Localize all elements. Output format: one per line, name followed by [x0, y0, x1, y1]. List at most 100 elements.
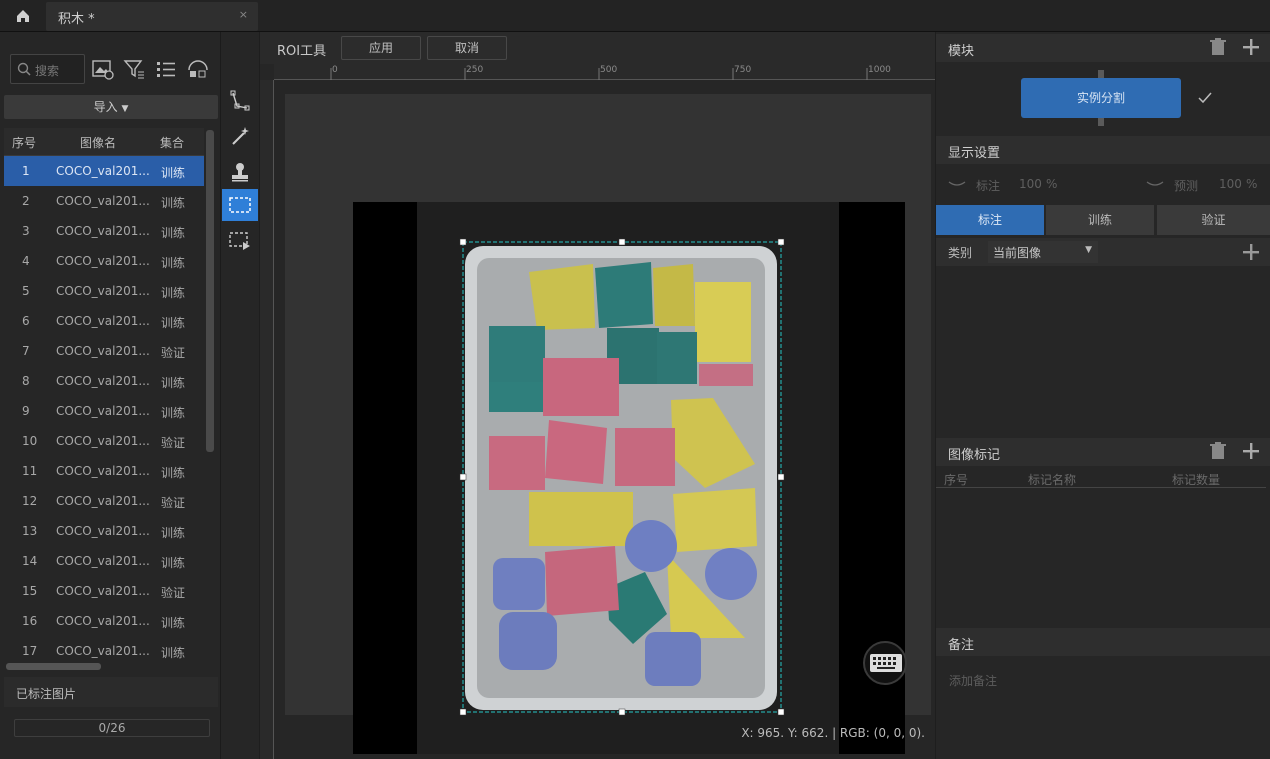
- magic-wand-tool[interactable]: [222, 120, 258, 152]
- row-image-name: COCO_val201...: [56, 494, 150, 508]
- rect-roi-tool[interactable]: [222, 189, 258, 221]
- import-button[interactable]: 导入 ▼: [4, 95, 218, 119]
- canvas-board[interactable]: [285, 94, 931, 754]
- col-index[interactable]: 序号: [12, 134, 36, 151]
- home-button[interactable]: [0, 0, 46, 32]
- import-label: 导入: [93, 100, 118, 114]
- document-tab[interactable]: 积木 * ×: [46, 2, 258, 31]
- row-set: 训练: [161, 166, 186, 180]
- image-table-header: 序号 图像名 集合: [4, 128, 204, 156]
- row-index: 3: [22, 224, 30, 238]
- predict-toggle[interactable]: 预测: [1174, 177, 1198, 194]
- keyboard-button[interactable]: [863, 641, 907, 685]
- table-row[interactable]: 6 COCO_val201... 训练: [4, 306, 204, 336]
- display-settings-title: 显示设置: [948, 146, 1001, 161]
- table-row[interactable]: 4 COCO_val201... 训练: [4, 246, 204, 276]
- marks-col-index: 序号: [944, 473, 969, 487]
- row-index: 15: [22, 584, 38, 598]
- row-index: 8: [22, 374, 30, 388]
- split-view-icon[interactable]: [187, 58, 209, 80]
- table-row[interactable]: 13 COCO_val201... 训练: [4, 516, 204, 546]
- label-toggle[interactable]: 标注: [976, 177, 1000, 194]
- row-index: 2: [22, 194, 30, 208]
- filter-icon[interactable]: [123, 58, 145, 80]
- predict-opacity[interactable]: 100: [1219, 177, 1242, 191]
- table-row[interactable]: 10 COCO_val201... 验证: [4, 426, 204, 456]
- col-image-name[interactable]: 图像名: [80, 134, 116, 151]
- table-row[interactable]: 3 COCO_val201... 训练: [4, 216, 204, 246]
- label-percent: %: [1046, 177, 1058, 191]
- tab-close-button[interactable]: ×: [239, 8, 248, 21]
- table-row[interactable]: 14 COCO_val201... 训练: [4, 546, 204, 576]
- table-row[interactable]: 16 COCO_val201... 训练: [4, 606, 204, 636]
- add-category-icon[interactable]: [1242, 243, 1260, 261]
- row-image-name: COCO_val201...: [56, 344, 150, 358]
- tab-validate[interactable]: 验证: [1157, 205, 1270, 235]
- trash-icon[interactable]: [1210, 38, 1226, 56]
- col-set[interactable]: 集合: [160, 134, 184, 151]
- notes-input[interactable]: 添加备注: [949, 672, 997, 689]
- category-label: 类别: [948, 246, 973, 260]
- add-module-icon[interactable]: [1242, 38, 1260, 56]
- row-set: 训练: [161, 526, 186, 540]
- cancel-button[interactable]: 取消: [427, 36, 507, 60]
- horizontal-scrollbar[interactable]: [6, 663, 101, 670]
- home-icon: [17, 10, 29, 22]
- table-row[interactable]: 8 COCO_val201... 训练: [4, 366, 204, 396]
- row-image-name: COCO_val201...: [56, 434, 150, 448]
- row-image-name: COCO_val201...: [56, 644, 150, 658]
- eye-closed-icon[interactable]: [948, 179, 966, 189]
- rectangle-play-icon: [229, 232, 250, 250]
- table-row[interactable]: 9 COCO_val201... 训练: [4, 396, 204, 426]
- vertical-ruler: [260, 80, 274, 759]
- tab-title: 积木 *: [58, 12, 95, 27]
- image-table-body: 1 COCO_val201... 训练 2 COCO_val201... 训练 3 COCO_…: [4, 156, 204, 666]
- instance-segmentation-module[interactable]: 实例分割: [1021, 78, 1181, 118]
- search-input[interactable]: 搜索: [10, 54, 85, 84]
- category-select[interactable]: 当前图像 ▼: [988, 241, 1098, 263]
- tool-column: [220, 32, 259, 759]
- row-image-name: COCO_val201...: [56, 524, 150, 538]
- chevron-down-icon: ▼: [1085, 245, 1092, 255]
- tab-train[interactable]: 训练: [1046, 205, 1154, 235]
- apply-button[interactable]: 应用: [341, 36, 421, 60]
- polygon-tool[interactable]: [222, 84, 258, 116]
- row-set: 训练: [161, 196, 186, 210]
- eye-closed-icon[interactable]: [1146, 179, 1164, 189]
- table-row[interactable]: 17 COCO_val201... 训练: [4, 636, 204, 666]
- rect-play-tool[interactable]: [222, 225, 258, 257]
- row-index: 13: [22, 524, 38, 538]
- label-opacity[interactable]: 100: [1019, 177, 1042, 191]
- canvas-area: ROI工具 应用 取消 0 250 500 750 1000 X: 965. Y…: [260, 32, 935, 759]
- row-set: 验证: [161, 436, 186, 450]
- image-settings-icon[interactable]: [92, 58, 114, 80]
- list-icon[interactable]: [155, 58, 177, 80]
- row-image-name: COCO_val201...: [56, 224, 150, 238]
- vertical-scrollbar[interactable]: [206, 130, 214, 452]
- table-row[interactable]: 15 COCO_val201... 验证: [4, 576, 204, 606]
- row-set: 训练: [161, 316, 186, 330]
- table-row[interactable]: 5 COCO_val201... 训练: [4, 276, 204, 306]
- add-mark-icon[interactable]: [1242, 442, 1260, 460]
- table-row[interactable]: 2 COCO_val201... 训练: [4, 186, 204, 216]
- labeled-progress: 0/26: [14, 719, 210, 737]
- blocks-photo: [353, 202, 905, 754]
- table-row[interactable]: 11 COCO_val201... 训练: [4, 456, 204, 486]
- table-row[interactable]: 7 COCO_val201... 验证: [4, 336, 204, 366]
- notes-header: 备注: [936, 628, 1270, 656]
- annotated-image[interactable]: [353, 202, 905, 754]
- table-row[interactable]: 1 COCO_val201... 训练: [4, 156, 204, 186]
- check-icon: [1198, 92, 1212, 104]
- cursor-coordinates: X: 965. Y: 662. | RGB: (0, 0, 0).: [741, 726, 925, 740]
- row-set: 训练: [161, 556, 186, 570]
- image-marks-header: 图像标记: [936, 438, 1270, 466]
- stamp-tool[interactable]: [222, 156, 258, 188]
- dashed-rectangle-icon: [229, 197, 251, 213]
- row-set: 验证: [161, 496, 186, 510]
- polygon-icon: [230, 90, 250, 111]
- row-image-name: COCO_val201...: [56, 464, 150, 478]
- trash-icon[interactable]: [1210, 442, 1226, 460]
- row-image-name: COCO_val201...: [56, 614, 150, 628]
- tab-annotate[interactable]: 标注: [936, 205, 1044, 235]
- table-row[interactable]: 12 COCO_val201... 验证: [4, 486, 204, 516]
